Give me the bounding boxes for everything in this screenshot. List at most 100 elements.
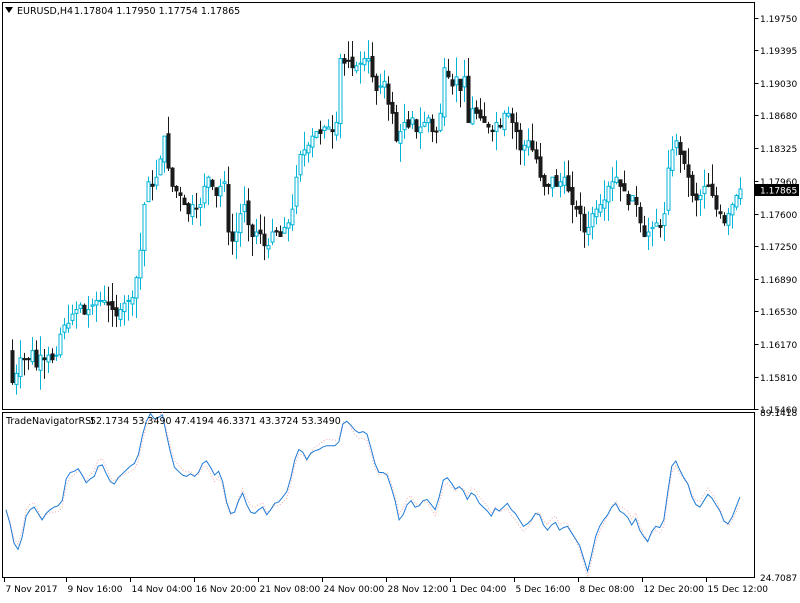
- candle-bear: [638, 206, 643, 224]
- candle-bull: [650, 226, 655, 230]
- main-panel-border: [2, 2, 755, 410]
- candle-bull: [738, 188, 743, 199]
- candle-bear: [706, 184, 711, 187]
- candle-bull: [242, 204, 247, 213]
- symbol-dropdown-icon[interactable]: [5, 7, 13, 13]
- candle-bull: [730, 204, 735, 216]
- candle-bull: [254, 231, 259, 237]
- price-tick-label: 1.18325: [760, 145, 797, 155]
- candle-bear: [226, 184, 231, 233]
- candle-bear: [26, 358, 31, 361]
- candle-bear: [658, 225, 663, 228]
- header-labels: EURUSD,H4 1.17804 1.17950 1.17754 1.1786…: [5, 6, 341, 427]
- candle-bull: [454, 76, 459, 86]
- candle-bear: [474, 107, 479, 114]
- candle-bull: [666, 167, 671, 211]
- time-tick-label: 15 Dec 12:00: [708, 585, 769, 595]
- candle-bear: [210, 179, 215, 187]
- candle-bull: [702, 185, 707, 195]
- candle-bear: [486, 123, 491, 128]
- candle-bull: [98, 299, 103, 302]
- candle-bear: [546, 183, 551, 187]
- candle-bear: [626, 193, 631, 206]
- candle-bull: [470, 108, 475, 125]
- candle-bull: [494, 121, 499, 132]
- candle-bear: [34, 349, 39, 368]
- candle-bull: [38, 354, 43, 371]
- candle-bull: [66, 322, 71, 329]
- candle-bull: [586, 226, 591, 235]
- candle-bull: [46, 354, 51, 363]
- candle-bull: [402, 121, 407, 131]
- candle-bear: [110, 301, 115, 311]
- candle-bull: [410, 117, 415, 125]
- ohlc-values: 1.17804 1.17950 1.17754 1.17865: [74, 6, 240, 17]
- candle-bull: [154, 176, 159, 186]
- chart-window[interactable]: 1.19750 1.19395 1.19030 1.18680 1.18325 1.179…: [0, 0, 800, 600]
- candle-bear: [278, 231, 283, 238]
- time-tick-label: 24 Nov 00:00: [324, 585, 385, 595]
- candle-bull: [190, 204, 195, 218]
- candle-bull: [122, 302, 127, 313]
- time-tick-label: 21 Nov 08:00: [260, 585, 321, 595]
- candle-bull: [334, 121, 339, 136]
- candle-bear: [186, 203, 191, 215]
- time-tick-label: 8 Dec 08:00: [580, 585, 635, 595]
- candle-bull: [526, 140, 531, 148]
- candle-bear: [82, 304, 87, 315]
- candle-bull: [326, 126, 331, 130]
- candle-bull: [646, 231, 651, 237]
- candle-bear: [634, 196, 639, 206]
- candle-bear: [566, 175, 571, 192]
- time-tick-label: 1 Dec 04:00: [452, 585, 507, 595]
- candle-bear: [330, 129, 335, 133]
- candle-bull: [158, 158, 163, 176]
- candle-bull: [398, 131, 403, 144]
- candle-bull: [86, 309, 91, 316]
- candle-bear: [50, 353, 55, 361]
- candle-bear: [250, 224, 255, 238]
- candle-bull: [290, 208, 295, 226]
- candle-bull: [438, 112, 443, 131]
- current-price-label: 1.17865: [760, 187, 797, 197]
- candle-bear: [694, 193, 699, 201]
- candle-bull: [162, 135, 167, 163]
- candle-bear: [554, 175, 559, 187]
- candle-bull: [462, 76, 467, 88]
- candle-bear: [578, 205, 583, 215]
- candle-bear: [682, 150, 687, 165]
- candle-bull: [146, 181, 151, 203]
- candle-bull: [90, 304, 95, 307]
- time-axis: 7 Nov 2017 9 Nov 16:00 14 Nov 04:00 16 Nov …: [4, 577, 769, 595]
- candle-bear: [274, 230, 279, 233]
- candles: [10, 40, 743, 395]
- candle-bull: [662, 213, 667, 227]
- candle-bear: [450, 79, 455, 87]
- candle-bear: [342, 58, 347, 64]
- candle-bear: [42, 357, 47, 361]
- candle-bull: [102, 299, 107, 303]
- candle-bull: [606, 185, 611, 203]
- candle-bear: [182, 197, 187, 206]
- candle-bull: [126, 299, 131, 302]
- candle-bull: [282, 226, 287, 234]
- candle-bull: [294, 176, 299, 207]
- candle-bear: [262, 233, 267, 247]
- candle-bear: [350, 56, 355, 69]
- price-tick-label: 1.19395: [760, 47, 797, 57]
- candle-bull: [614, 176, 619, 184]
- candle-bear: [170, 167, 175, 187]
- candle-bear: [642, 225, 647, 238]
- candle-bear: [574, 206, 579, 210]
- candle-bull: [630, 194, 635, 202]
- chart-canvas[interactable]: 1.197501.193951.190301.186801.183251.179…: [0, 0, 800, 600]
- price-axis: 1.197501.193951.190301.186801.183251.179…: [754, 15, 799, 416]
- candle-bear: [346, 59, 351, 62]
- candle-bear: [510, 113, 515, 123]
- candle-bear: [230, 231, 235, 242]
- rsi-signal-line: [5, 411, 741, 580]
- rsi-line: [5, 412, 741, 573]
- candle-bear: [622, 183, 627, 192]
- candle-bear: [370, 55, 375, 78]
- candle-bear: [178, 192, 183, 196]
